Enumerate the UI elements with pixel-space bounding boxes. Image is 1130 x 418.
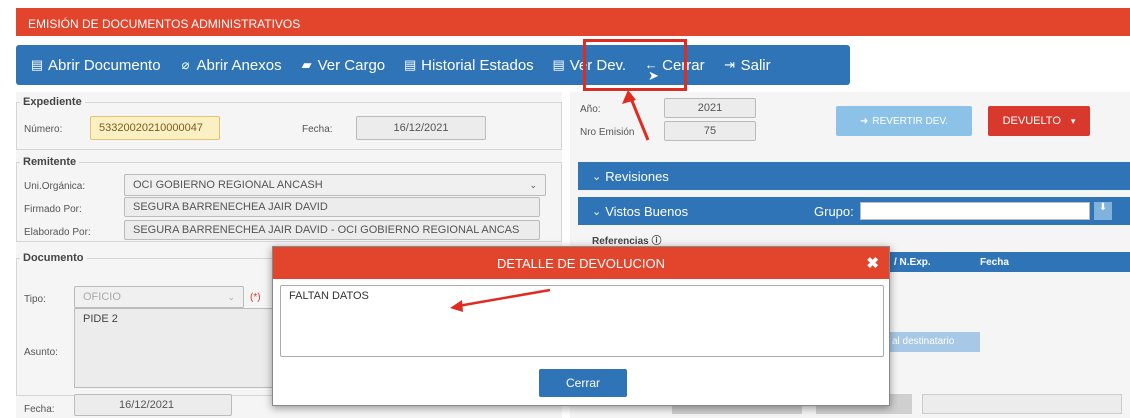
annotation-arrows — [450, 90, 650, 312]
mouse-cursor-icon: ➤ — [648, 68, 659, 83]
